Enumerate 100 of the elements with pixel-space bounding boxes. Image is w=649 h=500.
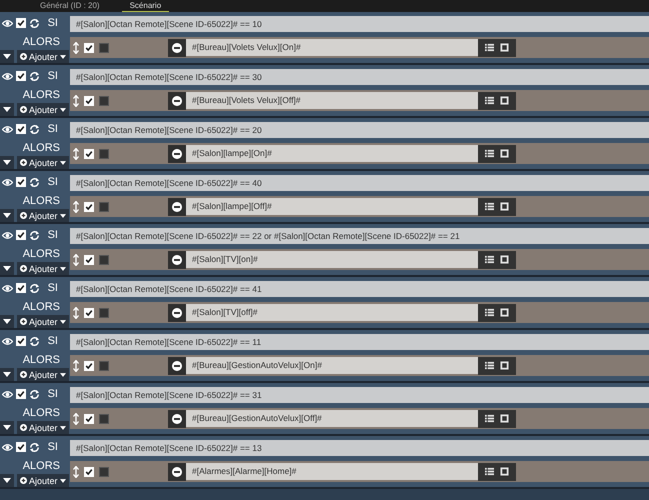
remove-button[interactable] <box>168 38 186 56</box>
eye-icon[interactable] <box>2 388 13 400</box>
window-icon[interactable] <box>500 255 510 264</box>
enable-checkbox[interactable] <box>84 466 94 476</box>
dropdown-button[interactable] <box>0 262 14 275</box>
move-icon[interactable] <box>73 306 79 318</box>
option-checkbox[interactable] <box>99 148 109 158</box>
eye-icon[interactable] <box>2 124 13 134</box>
refresh-icon[interactable] <box>28 176 40 188</box>
add-button[interactable]: Ajouter <box>17 103 69 116</box>
enable-checkbox[interactable] <box>16 18 26 28</box>
action-field[interactable]: #[Bureau][Volets Velux][On]# <box>186 39 478 56</box>
remove-button[interactable] <box>168 92 186 110</box>
condition-field[interactable]: #[Salon][Octan Remote][Scene ID-65022]# == 20 <box>70 122 649 138</box>
list-icon[interactable] <box>484 43 494 52</box>
move-icon[interactable] <box>73 254 79 266</box>
list-icon[interactable] <box>484 202 494 211</box>
condition-field[interactable]: #[Salon][Octan Remote][Scene ID-65022]# == 30 <box>70 69 649 85</box>
option-checkbox[interactable] <box>99 466 109 476</box>
enable-checkbox[interactable] <box>84 414 94 424</box>
dropdown-button[interactable] <box>0 421 14 434</box>
action-field[interactable]: #[Bureau][GestionAutoVelux][Off]# <box>186 410 478 427</box>
list-icon[interactable] <box>484 255 494 264</box>
action-field[interactable]: #[Bureau][GestionAutoVelux][On]# <box>186 357 478 374</box>
enable-checkbox[interactable] <box>84 254 94 264</box>
dropdown-button[interactable] <box>0 156 14 169</box>
list-icon[interactable] <box>484 96 494 105</box>
enable-checkbox[interactable] <box>16 71 26 81</box>
eye-icon[interactable] <box>2 70 13 82</box>
add-button[interactable]: Ajouter <box>17 421 69 434</box>
list-icon[interactable] <box>484 308 494 317</box>
enable-checkbox[interactable] <box>16 389 26 399</box>
option-checkbox[interactable] <box>99 96 109 106</box>
add-button[interactable]: Ajouter <box>17 156 69 169</box>
move-icon[interactable] <box>73 412 79 424</box>
eye-icon[interactable] <box>2 18 13 28</box>
condition-field[interactable]: #[Salon][Octan Remote][Scene ID-65022]# == 10 <box>70 16 649 32</box>
list-icon[interactable] <box>484 467 494 476</box>
window-icon[interactable] <box>500 308 510 317</box>
enable-checkbox[interactable] <box>84 360 94 370</box>
refresh-icon[interactable] <box>28 442 40 452</box>
window-icon[interactable] <box>500 467 510 476</box>
remove-button[interactable] <box>168 198 186 216</box>
move-icon[interactable] <box>73 360 79 372</box>
window-icon[interactable] <box>500 202 510 211</box>
dropdown-button[interactable] <box>0 474 14 487</box>
move-icon[interactable] <box>73 466 79 478</box>
action-field[interactable]: #[Salon][TV][off]# <box>186 304 478 321</box>
tab[interactable]: Général (ID : 20) <box>32 0 108 12</box>
list-icon[interactable] <box>484 361 494 370</box>
eye-icon[interactable] <box>2 282 13 294</box>
eye-icon[interactable] <box>2 230 13 240</box>
add-button[interactable]: Ajouter <box>17 209 69 222</box>
option-checkbox[interactable] <box>99 360 109 370</box>
enable-checkbox[interactable] <box>16 283 26 293</box>
dropdown-button[interactable] <box>0 315 14 328</box>
window-icon[interactable] <box>500 43 510 52</box>
condition-field[interactable]: #[Salon][Octan Remote][Scene ID-65022]# == 41 <box>70 281 649 297</box>
add-button[interactable]: Ajouter <box>17 262 69 275</box>
condition-field[interactable]: #[Salon][Octan Remote][Scene ID-65022]# == 13 <box>70 440 649 456</box>
refresh-icon[interactable] <box>28 388 40 400</box>
window-icon[interactable] <box>500 361 510 370</box>
option-checkbox[interactable] <box>99 308 109 318</box>
condition-field[interactable]: #[Salon][Octan Remote][Scene ID-65022]# == 40 <box>70 175 649 191</box>
enable-checkbox[interactable] <box>16 336 26 346</box>
eye-icon[interactable] <box>2 442 13 452</box>
option-checkbox[interactable] <box>99 254 109 264</box>
condition-field[interactable]: #[Salon][Octan Remote][Scene ID-65022]# == 11 <box>70 334 649 350</box>
action-field[interactable]: #[Salon][TV][on]# <box>186 251 478 268</box>
enable-checkbox[interactable] <box>84 148 94 158</box>
dropdown-button[interactable] <box>0 103 14 116</box>
move-icon[interactable] <box>73 42 79 54</box>
condition-field[interactable]: #[Salon][Octan Remote][Scene ID-65022]# == 22 or #[Salon][Octan Remote][Scene ID-65022]# == 21 <box>70 228 649 244</box>
refresh-icon[interactable] <box>28 336 40 346</box>
add-button[interactable]: Ajouter <box>17 315 69 328</box>
window-icon[interactable] <box>500 96 510 105</box>
refresh-icon[interactable] <box>28 282 40 294</box>
enable-checkbox[interactable] <box>16 124 26 134</box>
action-field[interactable]: #[Alarmes][Alarme][Home]# <box>186 463 478 480</box>
option-checkbox[interactable] <box>99 414 109 424</box>
remove-button[interactable] <box>168 356 186 374</box>
eye-icon[interactable] <box>2 336 13 346</box>
window-icon[interactable] <box>500 149 510 158</box>
action-field[interactable]: #[Salon][lampe][Off]# <box>186 198 478 215</box>
condition-field[interactable]: #[Salon][Octan Remote][Scene ID-65022]# == 31 <box>70 387 649 403</box>
dropdown-button[interactable] <box>0 209 14 222</box>
enable-checkbox[interactable] <box>84 96 94 106</box>
remove-button[interactable] <box>168 144 186 162</box>
remove-button[interactable] <box>168 410 186 428</box>
add-button[interactable]: Ajouter <box>17 368 69 381</box>
move-icon[interactable] <box>73 148 79 160</box>
dropdown-button[interactable] <box>0 50 14 63</box>
enable-checkbox[interactable] <box>16 442 26 452</box>
move-icon[interactable] <box>73 200 79 212</box>
enable-checkbox[interactable] <box>16 177 26 187</box>
remove-button[interactable] <box>168 304 186 322</box>
list-icon[interactable] <box>484 149 494 158</box>
refresh-icon[interactable] <box>28 230 40 240</box>
option-checkbox[interactable] <box>99 42 109 52</box>
add-button[interactable]: Ajouter <box>17 474 69 487</box>
